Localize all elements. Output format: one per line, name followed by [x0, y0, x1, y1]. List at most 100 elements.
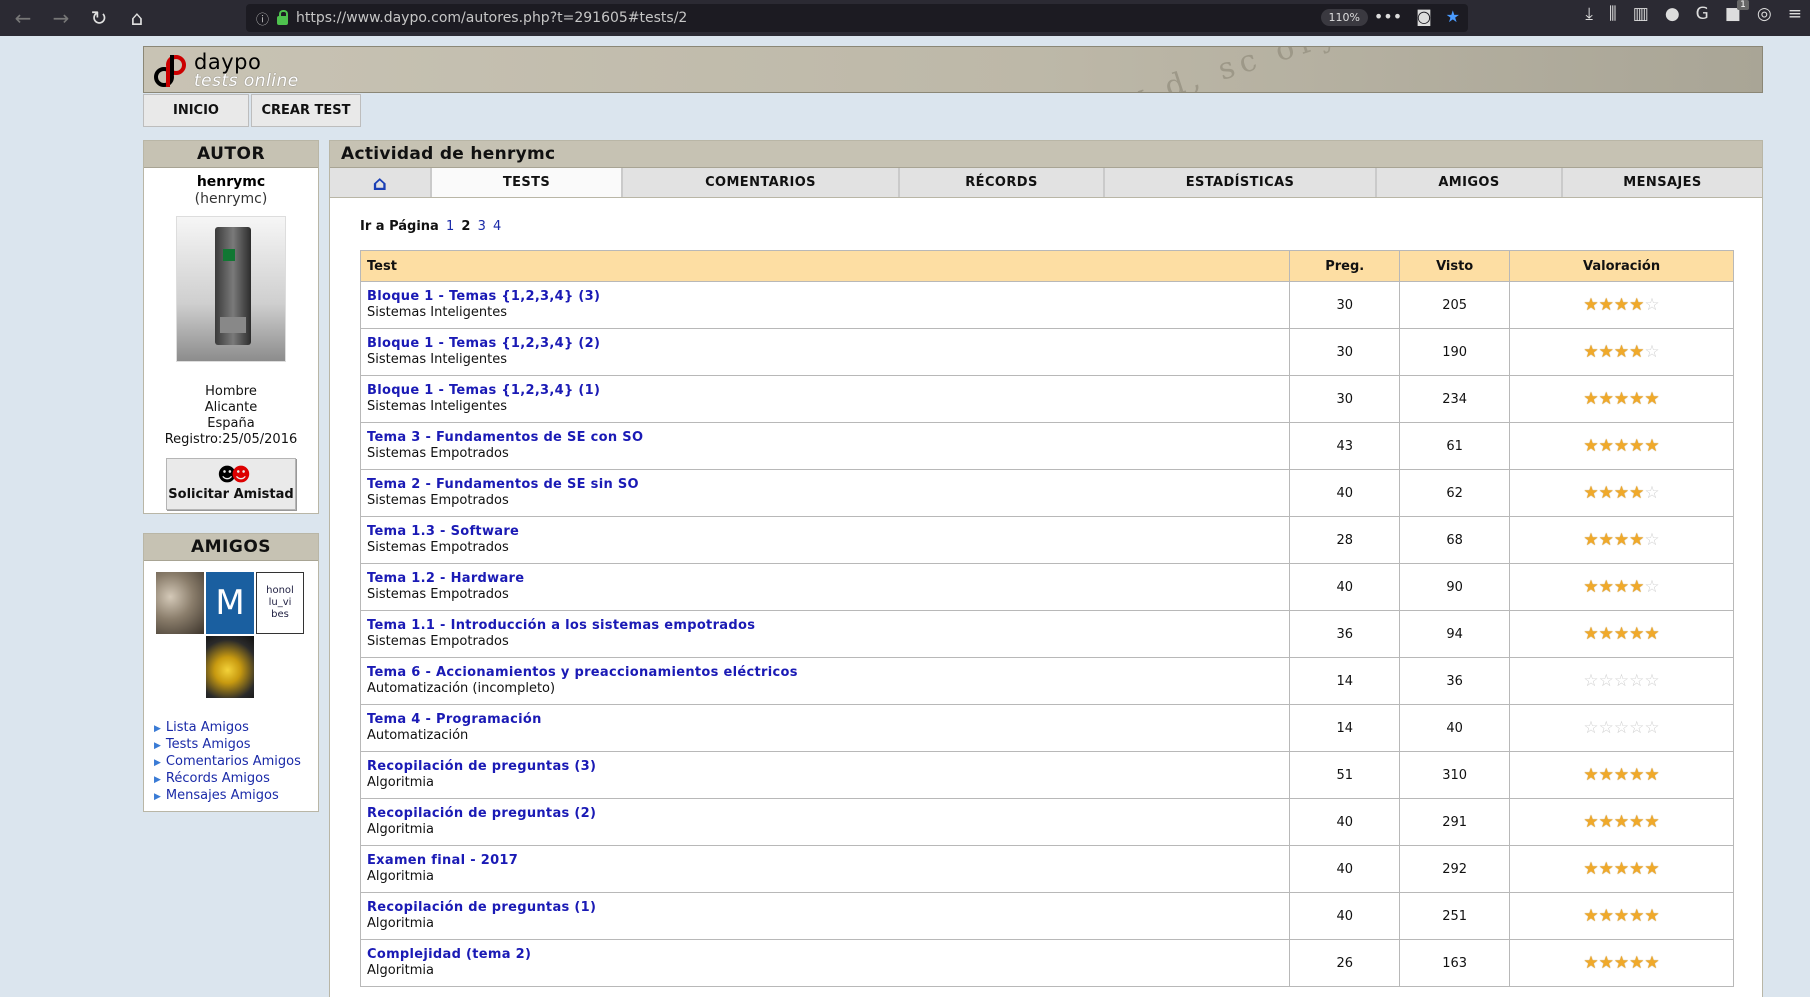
bookmark-star-icon[interactable]: ★	[1446, 7, 1460, 26]
questions-count: 14	[1289, 657, 1401, 705]
test-link[interactable]: Bloque 1 - Temas {1,2,3,4} (2)	[367, 336, 1289, 352]
test-link[interactable]: Recopilación de preguntas (2)	[367, 806, 1289, 822]
test-link[interactable]: Tema 1.2 - Hardware	[367, 571, 1289, 587]
rating-cell: ★ ★ ★ ★ ☆	[1509, 469, 1734, 517]
library-icon[interactable]: ⫼	[1609, 4, 1617, 24]
tab-estadisticas[interactable]: ESTADÍSTICAS	[1105, 168, 1377, 197]
views-count: 292	[1399, 845, 1511, 893]
menu-inicio[interactable]: INICIO	[143, 94, 249, 127]
extension2-icon[interactable]: ◎	[1757, 4, 1772, 24]
request-friendship-label: Solicitar Amistad	[168, 487, 294, 502]
test-link[interactable]: Recopilación de preguntas (1)	[367, 900, 1289, 916]
friend-link-lista[interactable]: ▶ Lista Amigos	[154, 720, 301, 737]
star-filled-icon: ★	[1644, 623, 1660, 644]
star-empty-icon: ☆	[1629, 670, 1645, 691]
tab-home[interactable]: ⌂	[330, 168, 432, 197]
star-filled-icon: ★	[1644, 858, 1660, 879]
star-filled-icon: ★	[1598, 576, 1614, 597]
star-filled-icon: ★	[1629, 811, 1645, 832]
test-subject: Automatización	[367, 728, 469, 743]
page-link-3[interactable]: 3	[478, 219, 486, 234]
reload-icon[interactable]: ↻	[84, 3, 114, 33]
page-current: 2	[461, 219, 471, 234]
test-link[interactable]: Tema 4 - Programación	[367, 712, 1289, 728]
tab-comentarios[interactable]: COMENTARIOS	[623, 168, 900, 197]
test-link[interactable]: Tema 6 - Accionamientos y preaccionamien…	[367, 665, 1289, 681]
author-panel-title: AUTOR	[144, 141, 318, 168]
daypo-logo-icon[interactable]	[152, 53, 188, 89]
star-filled-icon: ★	[1613, 341, 1630, 362]
questions-count: 26	[1289, 939, 1401, 987]
star-filled-icon: ★	[1613, 388, 1630, 409]
test-link[interactable]: Tema 3 - Fundamentos de SE con SO	[367, 430, 1289, 446]
rating-cell: ★ ★ ★ ★ ★	[1509, 892, 1734, 940]
rating-stars: ★ ★ ★ ★ ★	[1583, 623, 1660, 644]
views-count: 40	[1399, 704, 1511, 752]
test-link[interactable]: Tema 1.3 - Software	[367, 524, 1289, 540]
test-subject: Sistemas Empotrados	[367, 634, 509, 649]
menu-crear-test[interactable]: CREAR TEST	[251, 94, 361, 127]
views-count: 310	[1399, 751, 1511, 799]
table-row: Recopilación de preguntas (3) Algoritmia 5…	[359, 751, 1734, 799]
more-actions-icon[interactable]: •••	[1374, 7, 1402, 26]
account-icon[interactable]: ●	[1665, 4, 1680, 24]
friends-panel: AMIGOS M honol lu_vi bes ▶ Lista Amigos ▶…	[143, 533, 319, 812]
table-row: Tema 4 - Programación Automatización 14 40 ☆…	[359, 704, 1734, 752]
friend-link-mensajes[interactable]: ▶ Mensajes Amigos	[154, 788, 301, 805]
friend-avatar[interactable]: M	[206, 572, 254, 634]
header-decoration: ing & low d, sc ory.as pose ful	[954, 47, 1574, 92]
tab-records[interactable]: RÉCORDS	[900, 168, 1105, 197]
zoom-level[interactable]: 110%	[1320, 9, 1368, 26]
test-link[interactable]: Examen final - 2017	[367, 853, 1289, 869]
star-filled-icon: ★	[1583, 576, 1599, 597]
friends-panel-title: AMIGOS	[144, 534, 318, 561]
rating-stars: ★ ★ ★ ★ ☆	[1583, 529, 1659, 550]
friend-avatar[interactable]	[206, 636, 254, 698]
url-text[interactable]: https://www.daypo.com/autores.php?t=2916…	[296, 10, 687, 26]
friend-link-records[interactable]: ▶ Récords Amigos	[154, 771, 301, 788]
sidebar-icon[interactable]: ▥	[1633, 4, 1649, 24]
tab-tests[interactable]: TESTS	[432, 168, 623, 197]
test-link[interactable]: Tema 2 - Fundamentos de SE sin SO	[367, 477, 1289, 493]
test-link[interactable]: Complejidad (tema 2)	[367, 947, 1289, 963]
friend-avatar[interactable]	[156, 572, 204, 634]
info-icon[interactable]: ⓘ	[256, 9, 269, 28]
request-friendship-button[interactable]: ☻☻ Solicitar Amistad	[166, 458, 296, 510]
rating-stars: ★ ★ ★ ★ ★	[1583, 437, 1659, 455]
test-link[interactable]: Bloque 1 - Temas {1,2,3,4} (1)	[367, 383, 1289, 399]
star-filled-icon: ★	[1644, 764, 1660, 785]
tab-mensajes[interactable]: MENSAJES	[1563, 168, 1762, 197]
address-bar[interactable]: ⓘ https://www.daypo.com/autores.php?t=29…	[246, 4, 1468, 32]
friend-link-tests[interactable]: ▶ Tests Amigos	[154, 737, 301, 754]
activity-panel: Actividad de henrymc ⌂ TESTS COMENTARIOS…	[329, 140, 1763, 997]
page-link-1[interactable]: 1	[446, 219, 454, 234]
star-filled-icon: ★	[1629, 858, 1645, 879]
google-icon[interactable]: G	[1696, 4, 1709, 24]
star-empty-icon: ☆	[1644, 482, 1660, 503]
test-link[interactable]: Recopilación de preguntas (3)	[367, 759, 1289, 775]
back-arrow-icon[interactable]: ←	[8, 3, 38, 33]
bullet-icon: ▶	[154, 741, 161, 751]
forward-arrow-icon[interactable]: →	[46, 3, 76, 33]
friend-avatar[interactable]: honol lu_vi bes	[256, 572, 304, 634]
extension-icon[interactable]: ■ 1	[1725, 0, 1749, 24]
menu-icon[interactable]: ≡	[1788, 4, 1802, 24]
pocket-icon[interactable]: ◙	[1416, 7, 1432, 26]
download-icon[interactable]: ⤓	[1585, 4, 1593, 24]
rating-cell: ★ ★ ★ ★ ☆	[1509, 328, 1734, 376]
tab-amigos[interactable]: AMIGOS	[1377, 168, 1563, 197]
pagination: Ir a Página 1 2 3 4	[360, 219, 501, 234]
star-filled-icon: ★	[1598, 952, 1614, 973]
star-filled-icon: ★	[1583, 341, 1599, 362]
table-row: Tema 2 - Fundamentos de SE sin SO Sistema…	[359, 469, 1734, 517]
test-cell: Examen final - 2017 Algoritmia	[359, 845, 1291, 893]
home-icon[interactable]: ⌂	[122, 3, 152, 33]
friend-link-comentarios[interactable]: ▶ Comentarios Amigos	[154, 754, 301, 771]
page-link-4[interactable]: 4	[493, 219, 501, 234]
test-link[interactable]: Bloque 1 - Temas {1,2,3,4} (3)	[367, 289, 1289, 305]
bullet-icon: ▶	[154, 724, 161, 734]
rating-cell: ★ ★ ★ ★ ★	[1509, 939, 1734, 987]
star-filled-icon: ★	[1598, 529, 1614, 550]
test-link[interactable]: Tema 1.1 - Introducción a los sistemas e…	[367, 618, 1289, 634]
table-row: Tema 3 - Fundamentos de SE con SO Sistema…	[359, 422, 1734, 470]
